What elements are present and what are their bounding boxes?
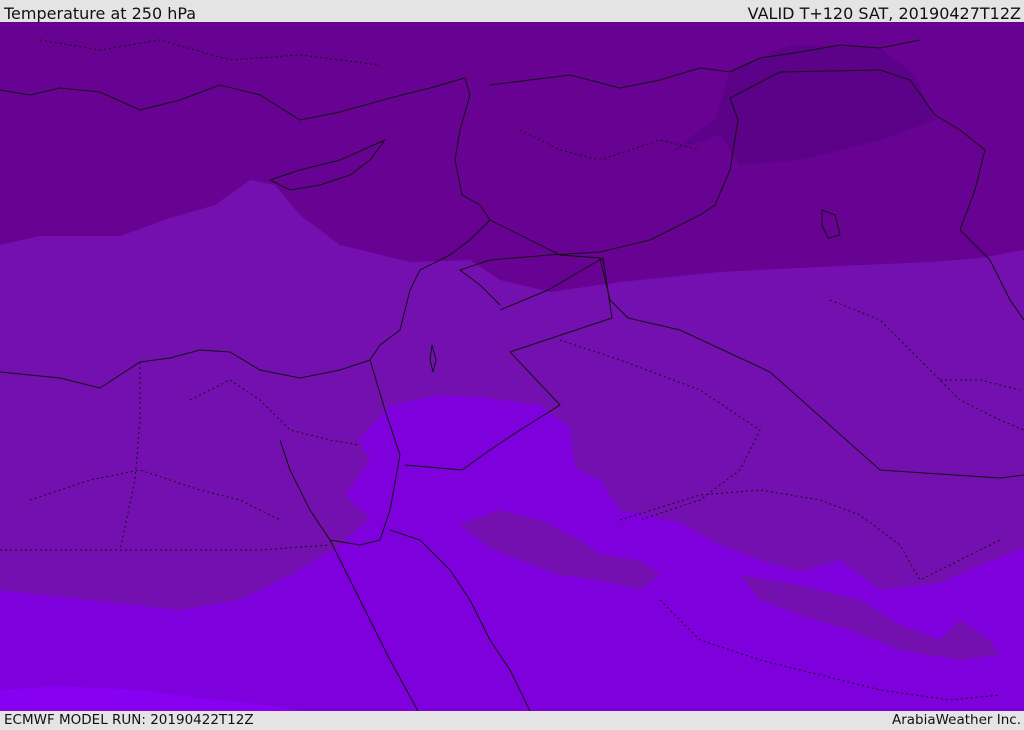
footer-bar: ECMWF MODEL RUN: 20190422T12Z ArabiaWeat… [0,711,1024,729]
model-run-label: ECMWF MODEL RUN: 20190422T12Z [4,712,254,728]
credit-label: ArabiaWeather Inc. [891,712,1021,728]
header-bar: Temperature at 250 hPa VALID T+120 SAT, … [0,0,1024,23]
weather-map[interactable] [0,22,1024,711]
